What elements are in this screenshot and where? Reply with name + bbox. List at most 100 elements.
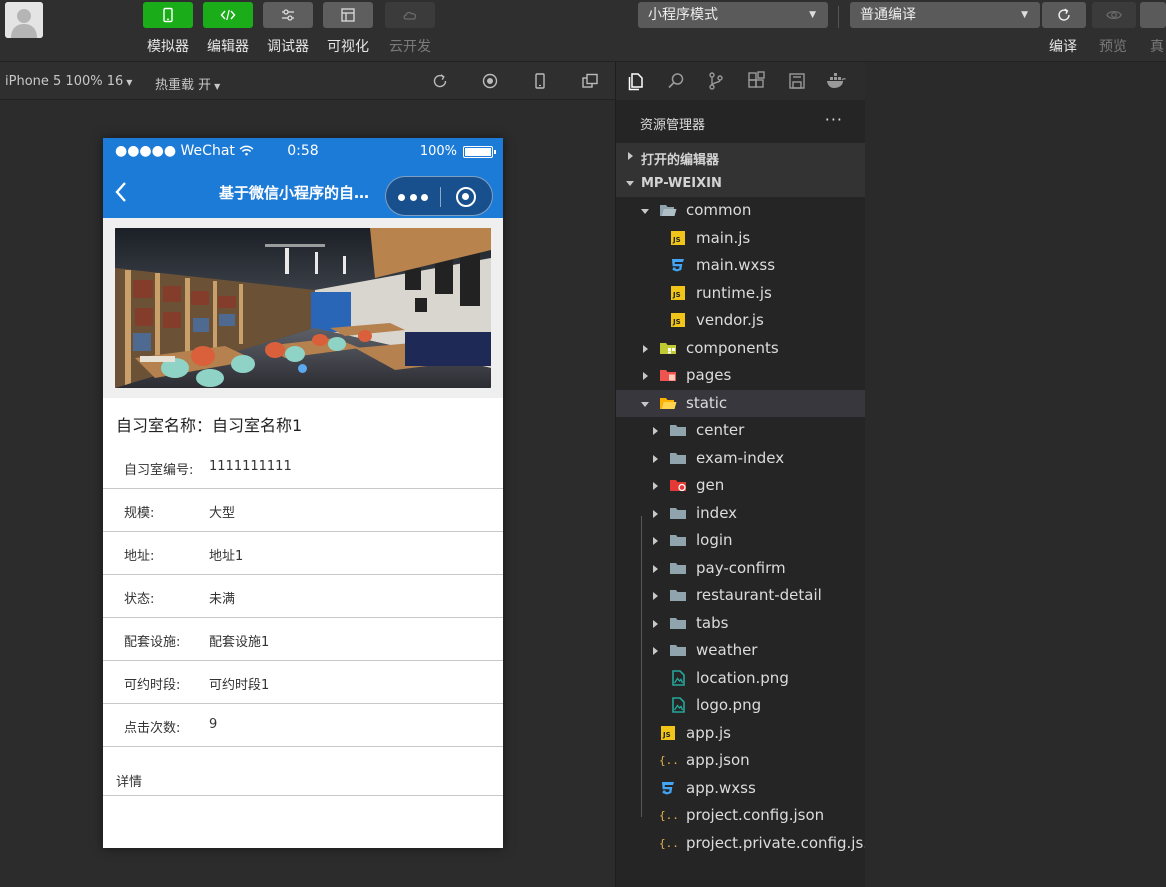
banner-swiper[interactable] [103, 218, 503, 398]
files-icon[interactable] [626, 71, 646, 91]
tree-folder-restaurant-detail[interactable]: restaurant-detail [616, 582, 865, 610]
extensions-icon[interactable] [746, 71, 766, 91]
tree-item-label: components [686, 338, 779, 357]
hot-reload-value: 热重载 开 [155, 78, 212, 93]
source-control-icon[interactable] [706, 71, 726, 91]
tree-folder-common[interactable]: common [616, 197, 865, 225]
stop-icon[interactable] [481, 72, 499, 90]
folder-open-icon [660, 205, 677, 216]
rotate-icon[interactable] [431, 72, 449, 90]
refresh-icon [1058, 8, 1070, 21]
real-device-debug-button[interactable] [1140, 2, 1166, 28]
tree-folder-login[interactable]: login [616, 527, 865, 555]
tree-file-logo-png[interactable]: logo.png [616, 692, 865, 720]
debugger-toggle-button[interactable]: 调试器 [258, 2, 318, 56]
tree-file-app-json[interactable]: {..} app.json [616, 747, 865, 775]
tree-folder-pay-confirm[interactable]: pay-confirm [616, 555, 865, 583]
hot-reload-select[interactable]: 热重载 开 ▼ [155, 74, 220, 93]
tree-item-label: gen [696, 476, 725, 494]
tree-item-label: restaurant-detail [696, 586, 822, 604]
tree-folder-center[interactable]: center [616, 417, 865, 445]
mode-select[interactable]: 小程序模式 ▼ [638, 2, 828, 28]
chevron-right-icon [653, 482, 658, 490]
css-file-icon [672, 259, 684, 272]
more-dots-icon[interactable] [398, 177, 428, 217]
tree-file-main-js[interactable]: JS main.js [616, 225, 865, 253]
close-miniprogram-icon[interactable] [456, 187, 476, 207]
nav-title: 基于微信小程序的自习室预约系统 [219, 184, 384, 202]
row-value: 地址1 [209, 549, 244, 564]
simulator-toggle-button[interactable]: 模拟器 [138, 2, 198, 56]
file-tree: common JS main.js main.wxss JS runtime.js JS ve… [616, 197, 878, 858]
phone-simulator[interactable]: ●●●●● WeChat 0:58 100% 基于微信小程序的自习室预约系统 [103, 138, 503, 848]
device-select[interactable]: iPhone 5 100% 16 ▼ [5, 74, 132, 89]
info-row: 自习室编号: 1111111111 [103, 446, 503, 489]
docker-icon[interactable] [826, 71, 846, 91]
json-file-icon: {..} [659, 754, 686, 767]
room-name-value: 自习室名称1 [212, 416, 303, 435]
tree-item-label: location.png [696, 668, 789, 687]
project-section[interactable]: MP-WEIXIN [616, 170, 865, 197]
row-value: 可约时段1 [209, 678, 270, 693]
preview-label: 预览 [1099, 39, 1127, 55]
chevron-right-icon [643, 344, 648, 353]
search-icon[interactable] [666, 71, 686, 91]
chevron-right-icon [643, 372, 648, 380]
phone-status-bar: ●●●●● WeChat 0:58 100% [103, 138, 503, 166]
js-file-icon: JS [671, 230, 685, 245]
compile-button[interactable] [1042, 2, 1086, 28]
preview-button[interactable] [1092, 2, 1136, 28]
swiper-indicator-dot[interactable] [298, 364, 307, 373]
open-editors-section[interactable]: 打开的编辑器 [616, 143, 865, 170]
layout-icon [341, 8, 355, 22]
tree-folder-weather[interactable]: weather [616, 637, 865, 665]
more-actions-icon[interactable]: ··· [825, 110, 843, 129]
chevron-right-icon [653, 454, 658, 463]
tree-folder-gen[interactable]: gen [616, 472, 865, 500]
room-name-heading: 自习室名称：自习室名称1 [103, 398, 503, 446]
detail-label: 详情 [116, 775, 143, 790]
tree-folder-components[interactable]: components [616, 335, 865, 363]
tree-item-label: pages [686, 366, 732, 384]
tree-file-runtime-js[interactable]: JS runtime.js [616, 280, 865, 308]
tree-file-project-private-config-js[interactable]: {..} project.private.config.js... [616, 830, 878, 858]
outline-icon[interactable] [787, 71, 807, 91]
chevron-right-icon [653, 427, 658, 435]
explorer-title: 资源管理器 [640, 118, 706, 133]
detach-window-icon[interactable] [581, 72, 599, 90]
tree-folder-pages[interactable]: pages [616, 362, 865, 390]
editor-toggle-button[interactable]: 编辑器 [198, 2, 258, 56]
tree-file-vendor-js[interactable]: JS vendor.js [616, 307, 865, 335]
cloud-dev-button[interactable]: 云开发 [380, 2, 440, 56]
avatar-icon [5, 2, 43, 38]
folder-icon [670, 535, 686, 546]
visual-toggle-button[interactable]: 可视化 [318, 2, 378, 56]
folder-icon [670, 507, 686, 519]
activity-bar [616, 62, 865, 100]
tree-file-app-js[interactable]: JS app.js [616, 720, 865, 748]
folder-icon [670, 562, 686, 574]
tree-file-main-wxss[interactable]: main.wxss [616, 252, 865, 280]
compile-select[interactable]: 普通编译 ▼ [850, 2, 1040, 28]
tree-folder-exam-index[interactable]: exam-index [616, 445, 865, 473]
back-arrow-icon[interactable] [113, 180, 129, 204]
tree-file-app-wxss[interactable]: app.wxss [616, 775, 865, 803]
user-avatar[interactable] [5, 2, 43, 38]
chevron-down-icon: ▼ [214, 82, 221, 91]
tree-item-label: weather [696, 641, 758, 659]
battery-percent: 100% [419, 144, 457, 159]
tree-folder-tabs[interactable]: tabs [616, 610, 865, 638]
info-row: 可约时段: 可约时段1 [103, 661, 503, 704]
phone-icon[interactable] [531, 72, 549, 90]
menu-capsule[interactable] [385, 176, 493, 216]
tree-folder-static[interactable]: static [616, 389, 865, 417]
tree-item-label: login [696, 531, 733, 549]
chevron-right-icon [653, 509, 658, 518]
tree-item-label: app.wxss [686, 778, 756, 797]
svg-text:{..}: {..} [659, 809, 677, 822]
svg-text:JS: JS [672, 291, 681, 299]
tree-file-location-png[interactable]: location.png [616, 665, 865, 693]
debug-icon [282, 9, 294, 21]
tree-folder-index[interactable]: index [616, 500, 865, 528]
tree-file-project-config-json[interactable]: {..} project.config.json [616, 802, 865, 830]
